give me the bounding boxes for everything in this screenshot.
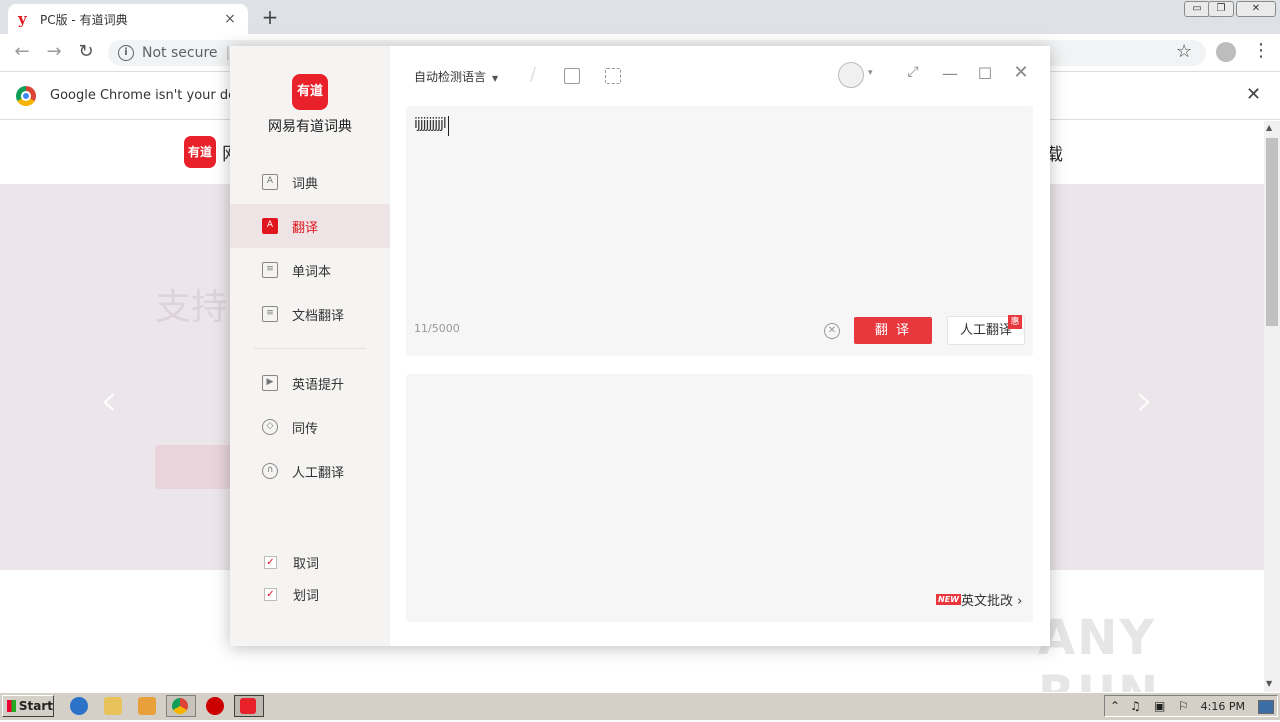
toolbar-separator: /: [530, 64, 537, 85]
info-icon[interactable]: i: [118, 45, 134, 61]
user-avatar-icon[interactable]: [838, 62, 864, 88]
caret-down-icon: ▼: [492, 74, 499, 83]
document-upload-icon[interactable]: [564, 68, 580, 84]
nav-interpretation[interactable]: ◇ 同传: [230, 405, 390, 449]
clear-icon[interactable]: ✕: [824, 323, 840, 339]
internet-explorer-icon[interactable]: [70, 697, 88, 715]
infobar-close-icon[interactable]: ✕: [1246, 84, 1261, 105]
chrome-icon: [172, 698, 188, 714]
nav-translate[interactable]: A 翻译: [230, 204, 390, 248]
source-text: ijjjjjjjjjl: [414, 116, 447, 132]
back-icon[interactable]: ←: [10, 41, 34, 62]
character-counter: 11/5000: [414, 322, 460, 335]
checkbox-select-word[interactable]: ✓ 划词: [264, 585, 319, 604]
nav-label: 翻译: [292, 220, 319, 236]
flag-icon[interactable]: ⚐: [1178, 699, 1189, 713]
discount-badge: 惠: [1008, 315, 1022, 329]
nav-dictionary[interactable]: A 词典: [230, 160, 390, 204]
nav-label: 同传: [292, 421, 319, 437]
interpretation-icon: ◇: [262, 419, 278, 435]
nav-document-translate[interactable]: ≡ 文档翻译: [230, 292, 390, 336]
page-logo[interactable]: 有道: [184, 136, 216, 168]
check-icon[interactable]: ✓: [264, 588, 277, 601]
minimize-window-button[interactable]: ▭: [1184, 1, 1210, 17]
banner-text: 支持: [155, 287, 228, 328]
nav-label: 词典: [292, 176, 319, 192]
tab-close-icon[interactable]: ×: [222, 11, 238, 27]
checkbox-screen-word[interactable]: ✓ 取词: [264, 553, 319, 572]
clock: 4:16 PM: [1200, 699, 1245, 713]
dictionary-icon: A: [262, 174, 278, 190]
nav-wordbook[interactable]: ≡ 单词本: [230, 248, 390, 292]
avatar-caret-icon[interactable]: ▾: [868, 68, 873, 78]
screenshot-icon[interactable]: [605, 68, 621, 84]
volume-icon[interactable]: ♫: [1130, 699, 1141, 713]
nav-label: 单词本: [292, 264, 332, 280]
wordbook-icon: ≡: [262, 262, 278, 278]
windows-logo-icon: [7, 700, 16, 712]
source-text-area[interactable]: ijjjjjjjjjl 11/5000 ✕ 翻 译 人工翻译 惠: [406, 106, 1033, 356]
start-label: Start: [18, 699, 53, 713]
translate-icon: A: [262, 218, 278, 234]
chrome-logo-icon: [16, 85, 36, 106]
carousel-prev-icon[interactable]: ‹: [100, 375, 118, 426]
language-selector[interactable]: 自动检测语言 ▼: [414, 68, 498, 85]
nav-label: 人工翻译: [292, 465, 345, 481]
security-label: Not secure: [142, 45, 218, 61]
nav-label: 文档翻译: [292, 308, 345, 324]
opera-icon[interactable]: [206, 697, 224, 715]
browser-tab[interactable]: y PC版 - 有道词典 ×: [8, 4, 248, 34]
youdao-icon: [240, 698, 256, 714]
close-window-button[interactable]: ✕: [1236, 1, 1276, 17]
nav-divider: [254, 348, 366, 349]
fullscreen-icon[interactable]: ⤢: [903, 64, 923, 80]
profile-avatar-icon[interactable]: [1216, 42, 1236, 62]
youdao-favicon-icon: y: [18, 10, 27, 28]
start-button[interactable]: Start: [2, 695, 54, 717]
essay-correction-link[interactable]: 英文批改 ›: [961, 590, 1022, 609]
app-logo: 有道: [292, 74, 328, 110]
show-desktop-icon[interactable]: [1258, 700, 1274, 714]
carousel-next-icon[interactable]: ›: [1136, 375, 1154, 426]
text-cursor: [448, 116, 449, 136]
media-player-icon[interactable]: [138, 697, 156, 715]
app-maximize-icon[interactable]: ☐: [975, 64, 995, 83]
folder-icon[interactable]: [104, 697, 122, 715]
video-icon: ▶: [262, 375, 278, 391]
app-name: 网易有道词典: [268, 119, 352, 135]
network-icon[interactable]: ▣: [1154, 699, 1165, 713]
translation-result-area: NEW 英文批改 ›: [406, 374, 1033, 622]
app-close-icon[interactable]: ✕: [1011, 62, 1031, 83]
chrome-menu-icon[interactable]: ⋮: [1252, 40, 1270, 61]
app-minimize-icon[interactable]: —: [940, 64, 960, 83]
new-tab-button[interactable]: +: [258, 5, 282, 29]
forward-icon[interactable]: →: [42, 41, 66, 62]
headset-icon: ∩: [262, 463, 278, 479]
nav-human-translate[interactable]: ∩ 人工翻译: [230, 449, 390, 493]
scrollbar-thumb[interactable]: [1266, 138, 1278, 326]
document-icon: ≡: [262, 306, 278, 322]
tray-expand-icon[interactable]: ⌃: [1110, 699, 1120, 713]
new-badge: NEW: [936, 594, 961, 605]
bookmark-star-icon[interactable]: ☆: [1176, 41, 1192, 62]
nav-english-improve[interactable]: ▶ 英语提升: [230, 361, 390, 405]
translate-button[interactable]: 翻 译: [854, 317, 932, 344]
app-sidebar: 有道 网易有道词典 A 词典 A 翻译 ≡ 单词本 ≡ 文档翻译 ▶ 英语提升 …: [230, 46, 390, 646]
language-selector-label: 自动检测语言: [414, 70, 487, 84]
tab-title: PC版 - 有道词典: [40, 12, 128, 27]
restore-window-button[interactable]: ❐: [1208, 1, 1234, 17]
nav-label: 英语提升: [292, 377, 345, 393]
scroll-up-icon[interactable]: ▲: [1266, 123, 1272, 132]
youdao-app-window: 有道 网易有道词典 A 词典 A 翻译 ≡ 单词本 ≡ 文档翻译 ▶ 英语提升 …: [230, 46, 1050, 646]
checkbox-label: 取词: [293, 557, 320, 572]
check-icon[interactable]: ✓: [264, 556, 277, 569]
reload-icon[interactable]: ↻: [74, 41, 98, 62]
checkbox-label: 划词: [293, 589, 320, 604]
banner-button[interactable]: [155, 445, 235, 489]
